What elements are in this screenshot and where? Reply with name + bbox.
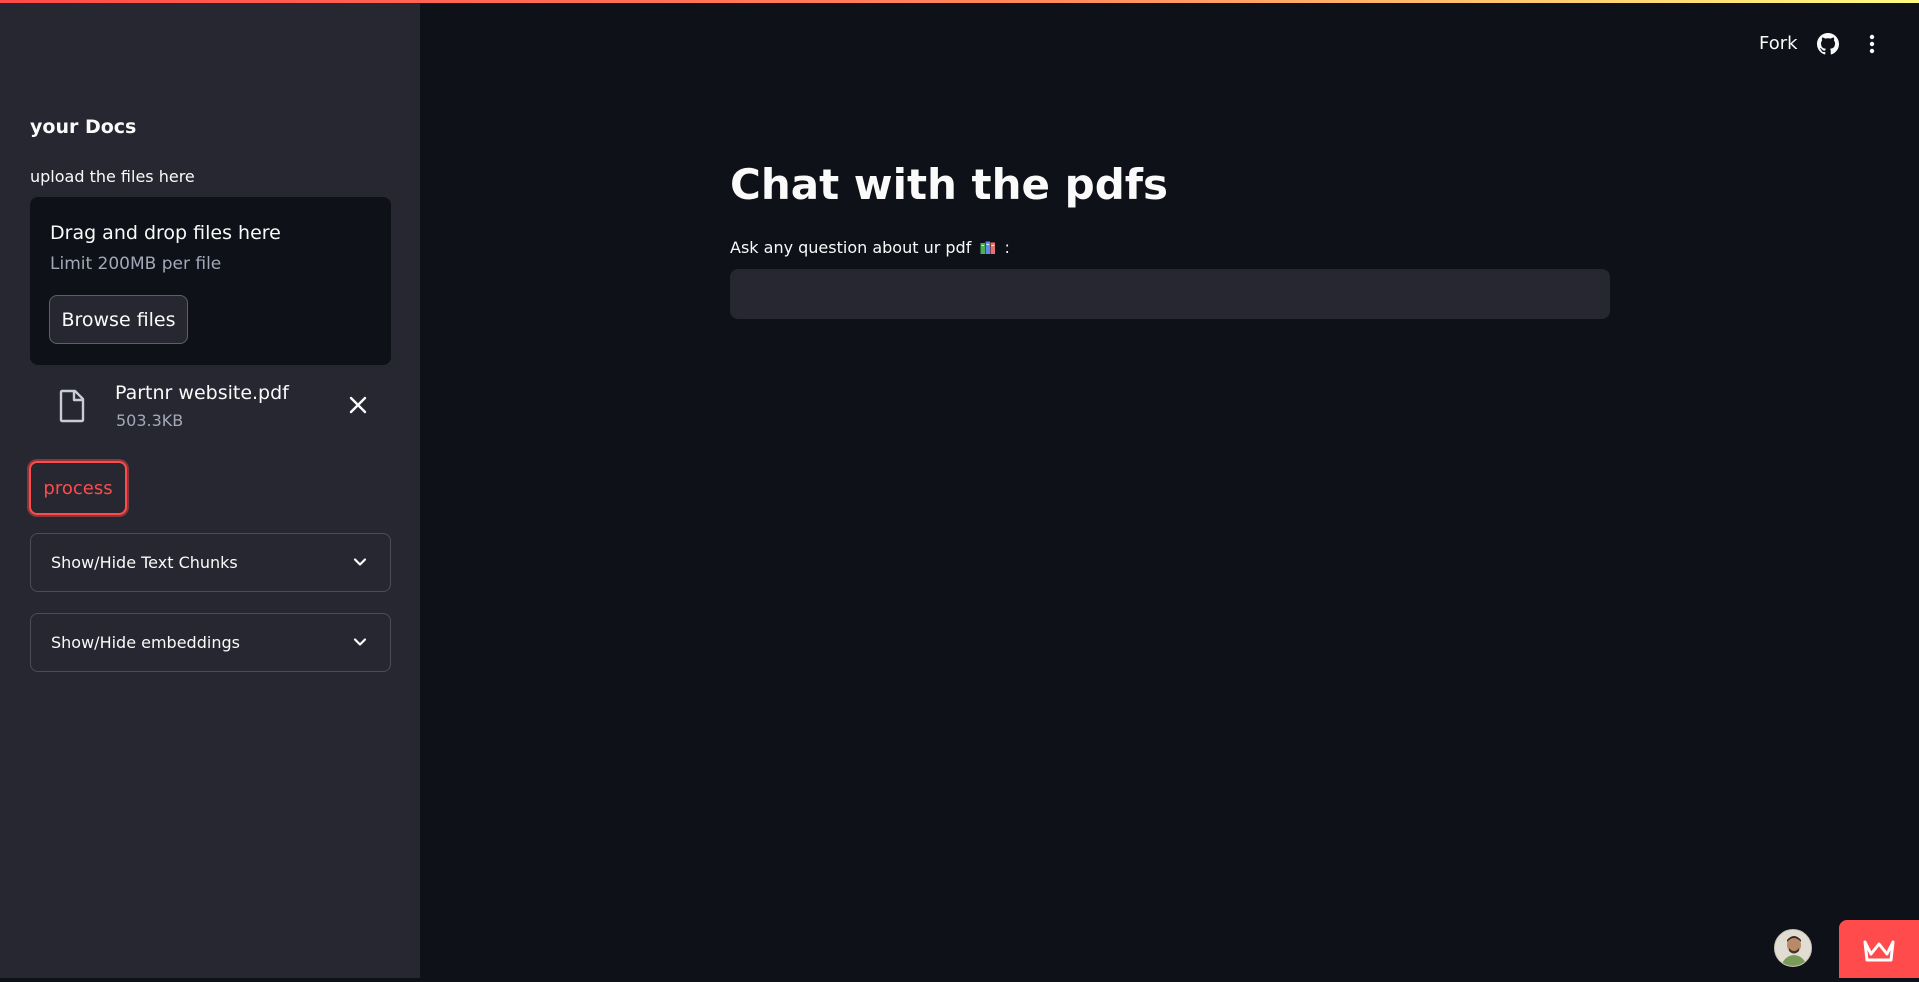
file-icon bbox=[58, 389, 86, 427]
browse-files-button[interactable]: Browse files bbox=[49, 295, 188, 344]
close-icon[interactable] bbox=[348, 395, 368, 419]
page-title: Chat with the pdfs bbox=[730, 160, 1169, 209]
file-dropzone[interactable]: Drag and drop files here Limit 200MB per… bbox=[30, 197, 391, 365]
question-label: Ask any question about ur pdf : bbox=[730, 238, 1010, 257]
expander-text-chunks[interactable]: Show/Hide Text Chunks bbox=[30, 533, 391, 592]
dropzone-limit: Limit 200MB per file bbox=[50, 254, 222, 274]
expander-label: Show/Hide embeddings bbox=[51, 633, 240, 652]
github-icon[interactable] bbox=[1817, 33, 1839, 59]
main-content bbox=[420, 0, 1919, 978]
vertical-dots-icon[interactable] bbox=[1864, 33, 1880, 59]
file-size: 503.3KB bbox=[116, 411, 184, 430]
chevron-down-icon bbox=[352, 634, 368, 654]
sidebar: your Docs upload the files here Drag and… bbox=[0, 0, 420, 978]
user-avatar-icon[interactable] bbox=[1774, 929, 1812, 967]
upload-label: upload the files here bbox=[30, 167, 195, 186]
question-input[interactable] bbox=[730, 269, 1610, 319]
books-icon bbox=[980, 240, 996, 254]
file-name: Partnr website.pdf bbox=[115, 382, 289, 404]
chevron-down-icon bbox=[352, 554, 368, 574]
sidebar-title: your Docs bbox=[30, 116, 137, 138]
expander-label: Show/Hide Text Chunks bbox=[51, 553, 238, 572]
uploaded-file-item: Partnr website.pdf 503.3KB bbox=[30, 375, 391, 435]
dropzone-title: Drag and drop files here bbox=[50, 222, 281, 244]
expander-embeddings[interactable]: Show/Hide embeddings bbox=[30, 613, 391, 672]
crown-icon[interactable] bbox=[1839, 920, 1919, 978]
question-label-colon: : bbox=[1004, 238, 1010, 257]
process-button[interactable]: process bbox=[29, 461, 127, 515]
top-gradient-bar bbox=[0, 0, 1919, 3]
question-label-text: Ask any question about ur pdf bbox=[730, 238, 972, 257]
fork-link[interactable]: Fork bbox=[1759, 33, 1798, 54]
